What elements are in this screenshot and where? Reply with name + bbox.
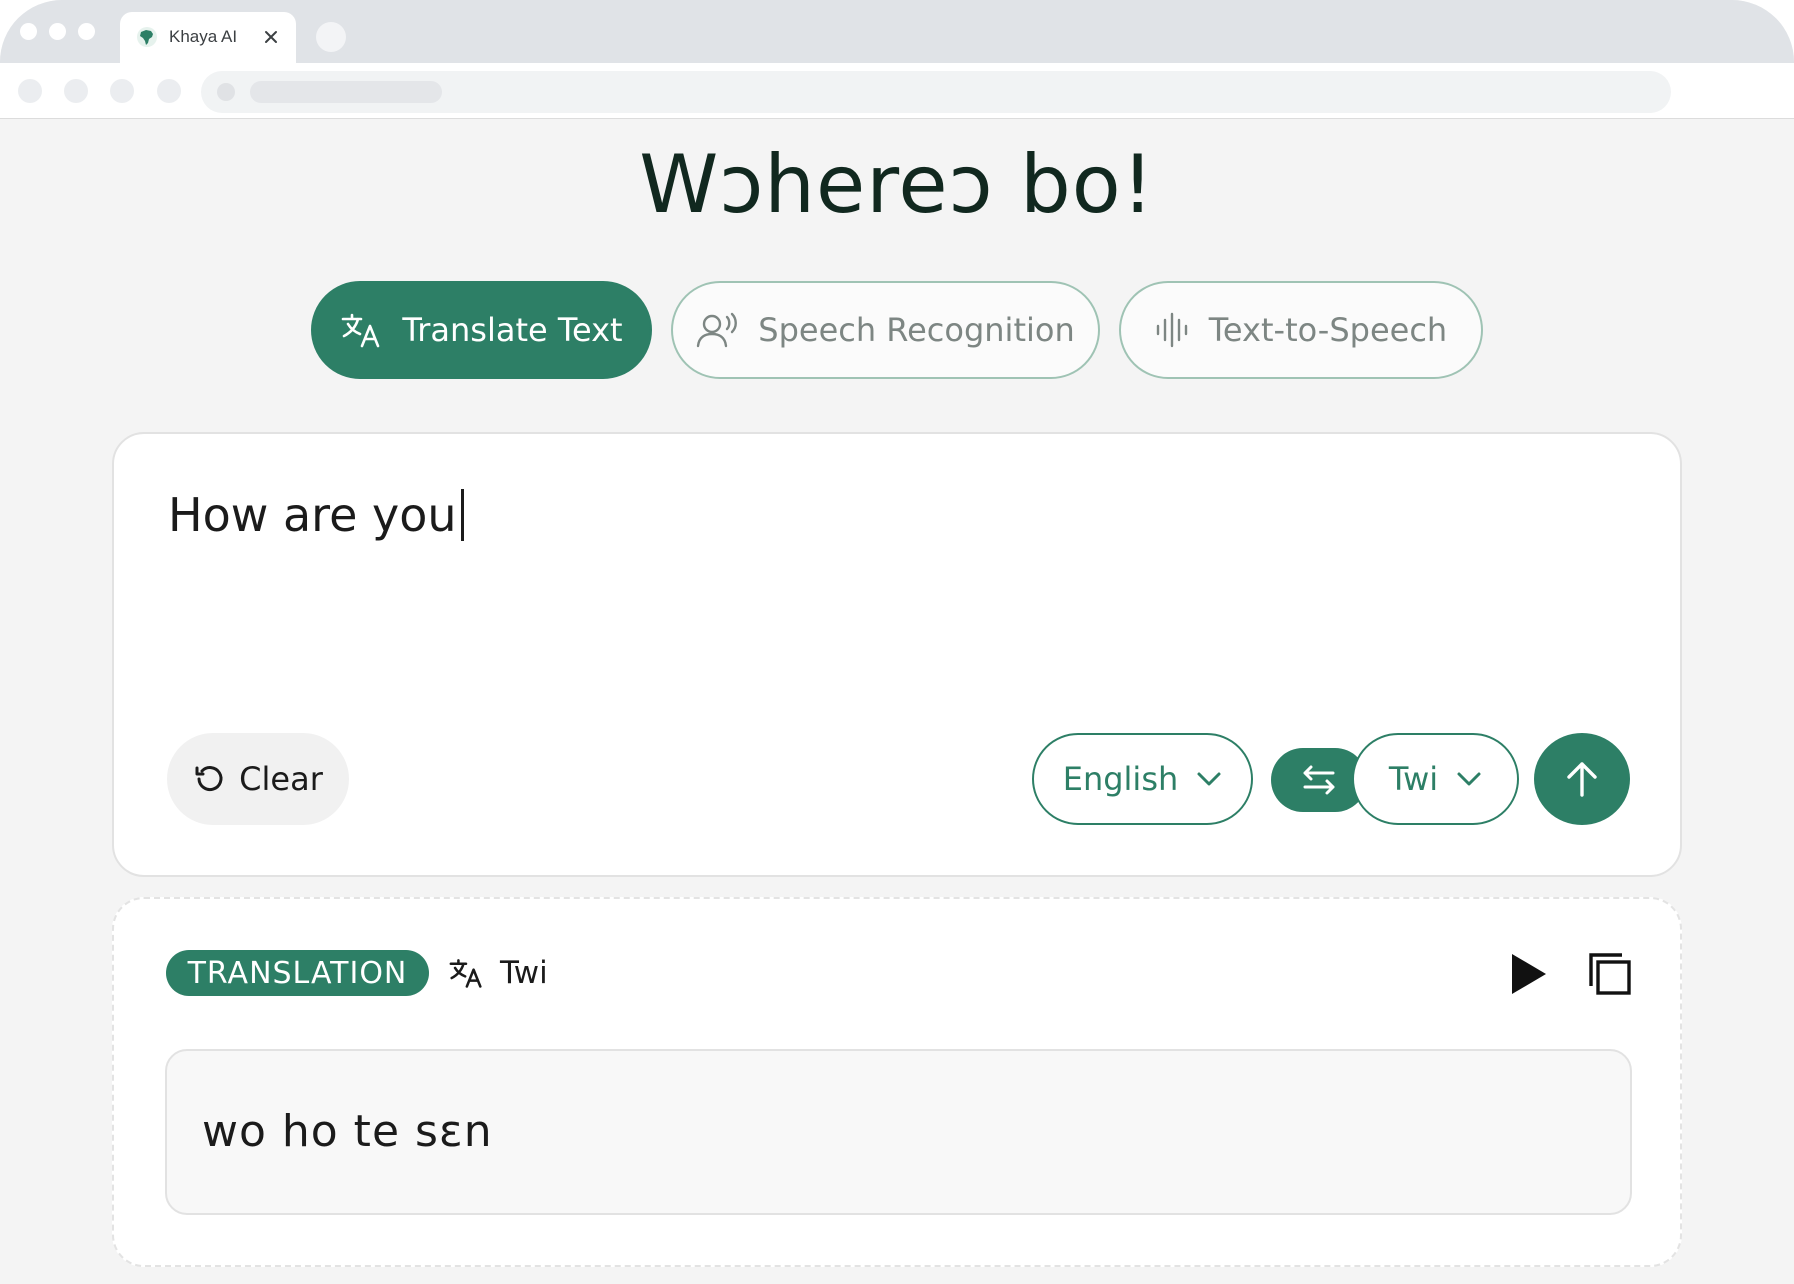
reload-button[interactable] — [110, 79, 134, 103]
swap-icon — [1303, 765, 1335, 795]
window-minimize-dot[interactable] — [49, 23, 66, 40]
waveform-icon — [1156, 312, 1187, 348]
clear-button[interactable]: Clear — [167, 733, 349, 825]
home-button[interactable] — [157, 79, 181, 103]
translation-output-text: wo ho te sɛn — [202, 1106, 493, 1157]
text-caret — [460, 489, 464, 541]
tab-translate-text[interactable]: Translate Text — [311, 281, 652, 379]
target-language-label: Twi — [1388, 760, 1439, 798]
source-language-select[interactable]: English — [1032, 733, 1253, 825]
copy-icon[interactable] — [1588, 952, 1632, 996]
page-title: Wɔhereɔ bo! — [639, 138, 1155, 231]
africa-globe-icon — [137, 27, 157, 47]
source-text-value: How are you — [168, 488, 457, 542]
play-icon[interactable] — [1504, 952, 1554, 996]
browser-toolbar — [0, 63, 1794, 119]
new-tab-button[interactable] — [316, 22, 346, 52]
translate-icon — [449, 959, 482, 988]
forward-button[interactable] — [64, 79, 88, 103]
address-bar[interactable] — [201, 71, 1671, 113]
translation-output: wo ho te sɛn — [165, 1049, 1632, 1215]
chevron-down-icon — [1197, 772, 1221, 786]
window-maximize-dot[interactable] — [78, 23, 95, 40]
source-text-input[interactable]: How are you — [168, 488, 464, 542]
arrow-up-icon — [1567, 762, 1597, 797]
clear-button-label: Clear — [239, 760, 323, 798]
translation-badge: TRANSLATION — [166, 950, 429, 996]
back-button[interactable] — [18, 79, 42, 103]
tab-translate-text-label: Translate Text — [402, 311, 623, 349]
tab-text-to-speech[interactable]: Text-to-Speech — [1119, 281, 1483, 379]
close-icon[interactable] — [262, 28, 280, 46]
tab-speech-recognition-label: Speech Recognition — [758, 311, 1075, 349]
result-language-label: Twi — [500, 955, 548, 991]
site-info-icon[interactable] — [217, 83, 235, 101]
translate-icon — [342, 313, 380, 348]
translation-result-card: TRANSLATION Twi wo ho te sɛn — [112, 897, 1682, 1267]
chevron-down-icon — [1457, 772, 1481, 786]
browser-window: Khaya AI Wɔhereɔ bo! Translate Text Spee… — [0, 0, 1794, 1284]
voice-icon — [697, 312, 738, 348]
tab-speech-recognition[interactable]: Speech Recognition — [671, 281, 1100, 379]
window-close-dot[interactable] — [20, 23, 37, 40]
reset-icon — [195, 766, 223, 792]
browser-tab[interactable]: Khaya AI — [120, 12, 296, 63]
url-placeholder — [250, 81, 442, 103]
tab-text-to-speech-label: Text-to-Speech — [1208, 311, 1448, 349]
source-language-label: English — [1062, 760, 1179, 798]
tab-title: Khaya AI — [169, 27, 238, 46]
target-language-select[interactable]: Twi — [1352, 733, 1519, 825]
translate-submit-button[interactable] — [1534, 733, 1630, 825]
input-card: How are you Clear English Twi — [112, 432, 1682, 877]
tab-strip: Khaya AI — [0, 0, 1794, 63]
result-language: Twi — [448, 953, 548, 993]
